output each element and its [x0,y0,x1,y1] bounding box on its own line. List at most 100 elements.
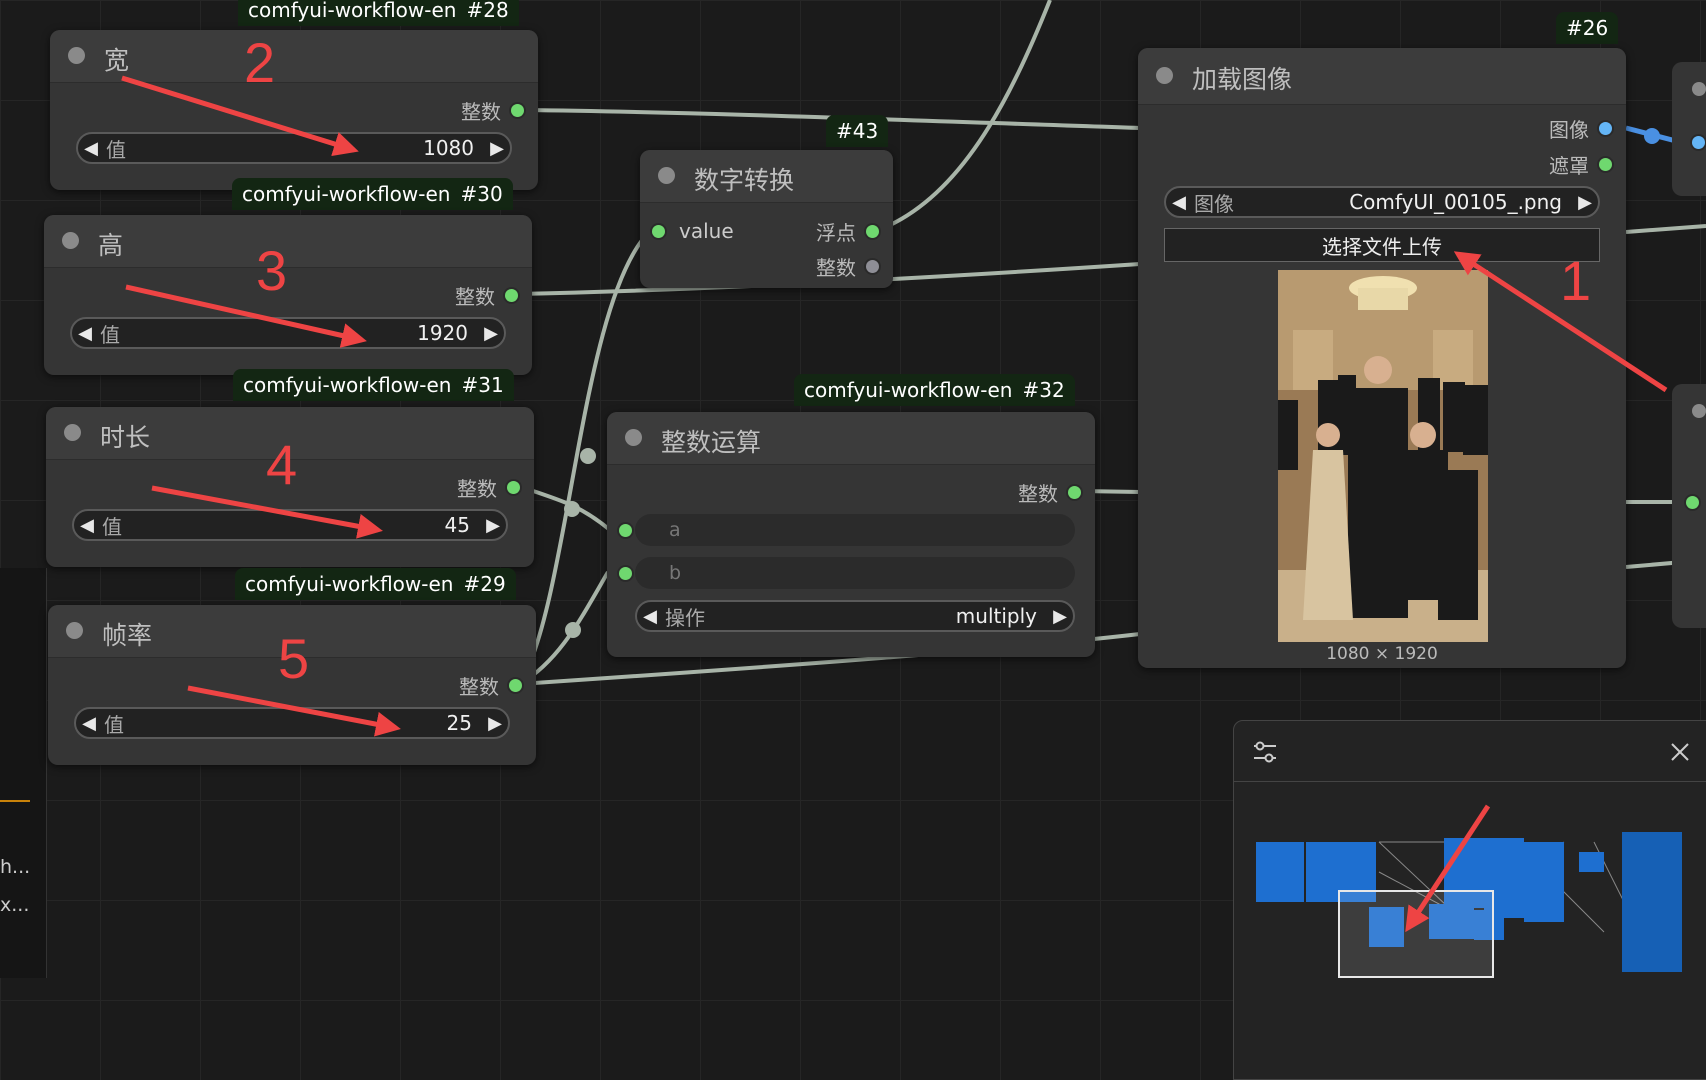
collapse-dot[interactable] [1692,82,1706,96]
minimap-panel[interactable] [1233,720,1706,1080]
collapse-dot[interactable] [66,622,83,639]
badge-label: comfyui-workflow-en [248,0,457,22]
node-load-image[interactable]: 加载图像 图像 遮罩 ◀ 图像 ComfyUI_00105_.png ▶ 选择文… [1138,48,1626,668]
reroute-dot-3 [565,622,581,638]
widget-value[interactable]: 1920 [417,321,468,345]
node-header[interactable]: 加载图像 [1138,48,1626,105]
node-header[interactable]: 高 [44,215,532,268]
node-int-operation[interactable]: 整数运算 整数 a b ◀ 操作 multiply ▶ [607,412,1095,657]
upload-file-button[interactable]: 选择文件上传 [1164,228,1600,262]
output-int[interactable]: 整数 [457,475,520,501]
input-label: value [679,219,734,243]
collapse-dot[interactable] [64,424,81,441]
value-widget[interactable]: ◀ 值 25 ▶ [74,707,510,739]
collapse-dot[interactable] [658,167,675,184]
decrement-arrow-icon[interactable]: ◀ [72,323,98,344]
output-int[interactable]: 整数 [455,283,518,309]
input-slot[interactable] [1692,136,1705,149]
preview-photo-icon [1278,270,1488,642]
output-slot[interactable] [507,480,520,494]
badge-id: #32 [1022,378,1065,402]
output-slot[interactable] [1599,157,1612,171]
collapse-dot[interactable] [68,47,85,64]
minimap-node [1524,842,1564,922]
collapse-dot[interactable] [1692,404,1706,418]
increment-arrow-icon[interactable]: ▶ [1047,606,1073,627]
output-label: 整数 [816,255,856,280]
output-slot[interactable] [505,288,518,302]
badge-label: comfyui-workflow-en [243,373,452,397]
left-panel-text-1: h... [0,856,31,878]
output-label: 整数 [461,99,501,124]
minimap-viewport[interactable] [1338,890,1494,978]
node-badge-28: comfyui-workflow-en #28 [238,0,519,26]
node-title: 高 [98,231,124,260]
increment-arrow-icon[interactable]: ▶ [480,515,506,536]
input-slot[interactable] [652,224,665,238]
output-mask[interactable]: 遮罩 [1549,152,1612,178]
widget-value[interactable]: 25 [447,711,472,735]
output-slot[interactable] [509,678,522,692]
output-slot[interactable] [1068,485,1081,499]
value-widget[interactable]: ◀ 值 1920 ▶ [70,317,506,349]
value-widget[interactable]: ◀ 值 1080 ▶ [76,132,512,164]
output-slot[interactable] [511,103,524,117]
annotation-number-4: 4 [266,433,298,496]
minimap-canvas[interactable] [1234,782,1706,1079]
sliders-icon[interactable] [1252,739,1278,765]
output-label: 整数 [1018,481,1058,506]
input-slot-a[interactable] [619,524,632,537]
output-float[interactable]: 浮点 [816,219,879,245]
decrement-arrow-icon[interactable]: ◀ [637,606,663,627]
widget-label: 图像 [1194,191,1234,216]
output-image[interactable]: 图像 [1549,116,1612,142]
input-a[interactable]: a [635,514,1075,546]
decrement-arrow-icon[interactable]: ◀ [1166,192,1192,213]
input-slot-b[interactable] [619,567,632,580]
output-int[interactable]: 整数 [459,673,522,699]
value-widget[interactable]: ◀ 值 45 ▶ [72,509,508,541]
output-label: 整数 [457,476,497,501]
collapse-dot[interactable] [62,232,79,249]
widget-label: 值 [104,712,124,737]
node-header[interactable]: 数字转换 [640,150,893,203]
increment-arrow-icon[interactable]: ▶ [1572,192,1598,213]
left-side-panel: h... x... [0,568,47,978]
node-header[interactable]: 整数运算 [607,412,1095,465]
widget-value[interactable]: 45 [445,513,470,537]
collapse-dot[interactable] [625,429,642,446]
output-slot[interactable] [1599,121,1612,135]
node-number-convert[interactable]: 数字转换 value 浮点 整数 [640,150,893,288]
node-width[interactable]: 宽 整数 ◀ 值 1080 ▶ [50,30,538,190]
node-height[interactable]: 高 整数 ◀ 值 1920 ▶ [44,215,532,375]
operation-widget[interactable]: ◀ 操作 multiply ▶ [635,600,1075,632]
output-slot[interactable] [866,259,879,273]
decrement-arrow-icon[interactable]: ◀ [78,138,104,159]
node-right-partial-top[interactable] [1672,62,1706,196]
left-panel-graph [0,800,30,802]
decrement-arrow-icon[interactable]: ◀ [76,713,102,734]
node-badge-43: #43 [826,115,889,147]
widget-value[interactable]: ComfyUI_00105_.png [1349,190,1562,214]
widget-value[interactable]: 1080 [423,136,474,160]
output-int[interactable]: 整数 [816,254,879,280]
output-int[interactable]: 整数 [461,98,524,124]
collapse-dot[interactable] [1156,67,1173,84]
input-value[interactable]: value [652,219,734,243]
output-slot[interactable] [866,224,879,238]
decrement-arrow-icon[interactable]: ◀ [74,515,100,536]
input-slot[interactable] [1686,496,1699,509]
increment-arrow-icon[interactable]: ▶ [484,138,510,159]
increment-arrow-icon[interactable]: ▶ [478,323,504,344]
node-right-partial-bottom[interactable] [1672,384,1706,628]
close-icon[interactable] [1669,741,1691,763]
link-right-1 [1625,224,1706,234]
node-header[interactable]: 宽 [50,30,538,83]
badge-id: #28 [466,0,509,22]
widget-value[interactable]: multiply [956,604,1037,628]
minimap-node [1579,852,1604,872]
output-int[interactable]: 整数 [1018,480,1081,506]
image-file-widget[interactable]: ◀ 图像 ComfyUI_00105_.png ▶ [1164,186,1600,218]
increment-arrow-icon[interactable]: ▶ [482,713,508,734]
input-b[interactable]: b [635,557,1075,589]
